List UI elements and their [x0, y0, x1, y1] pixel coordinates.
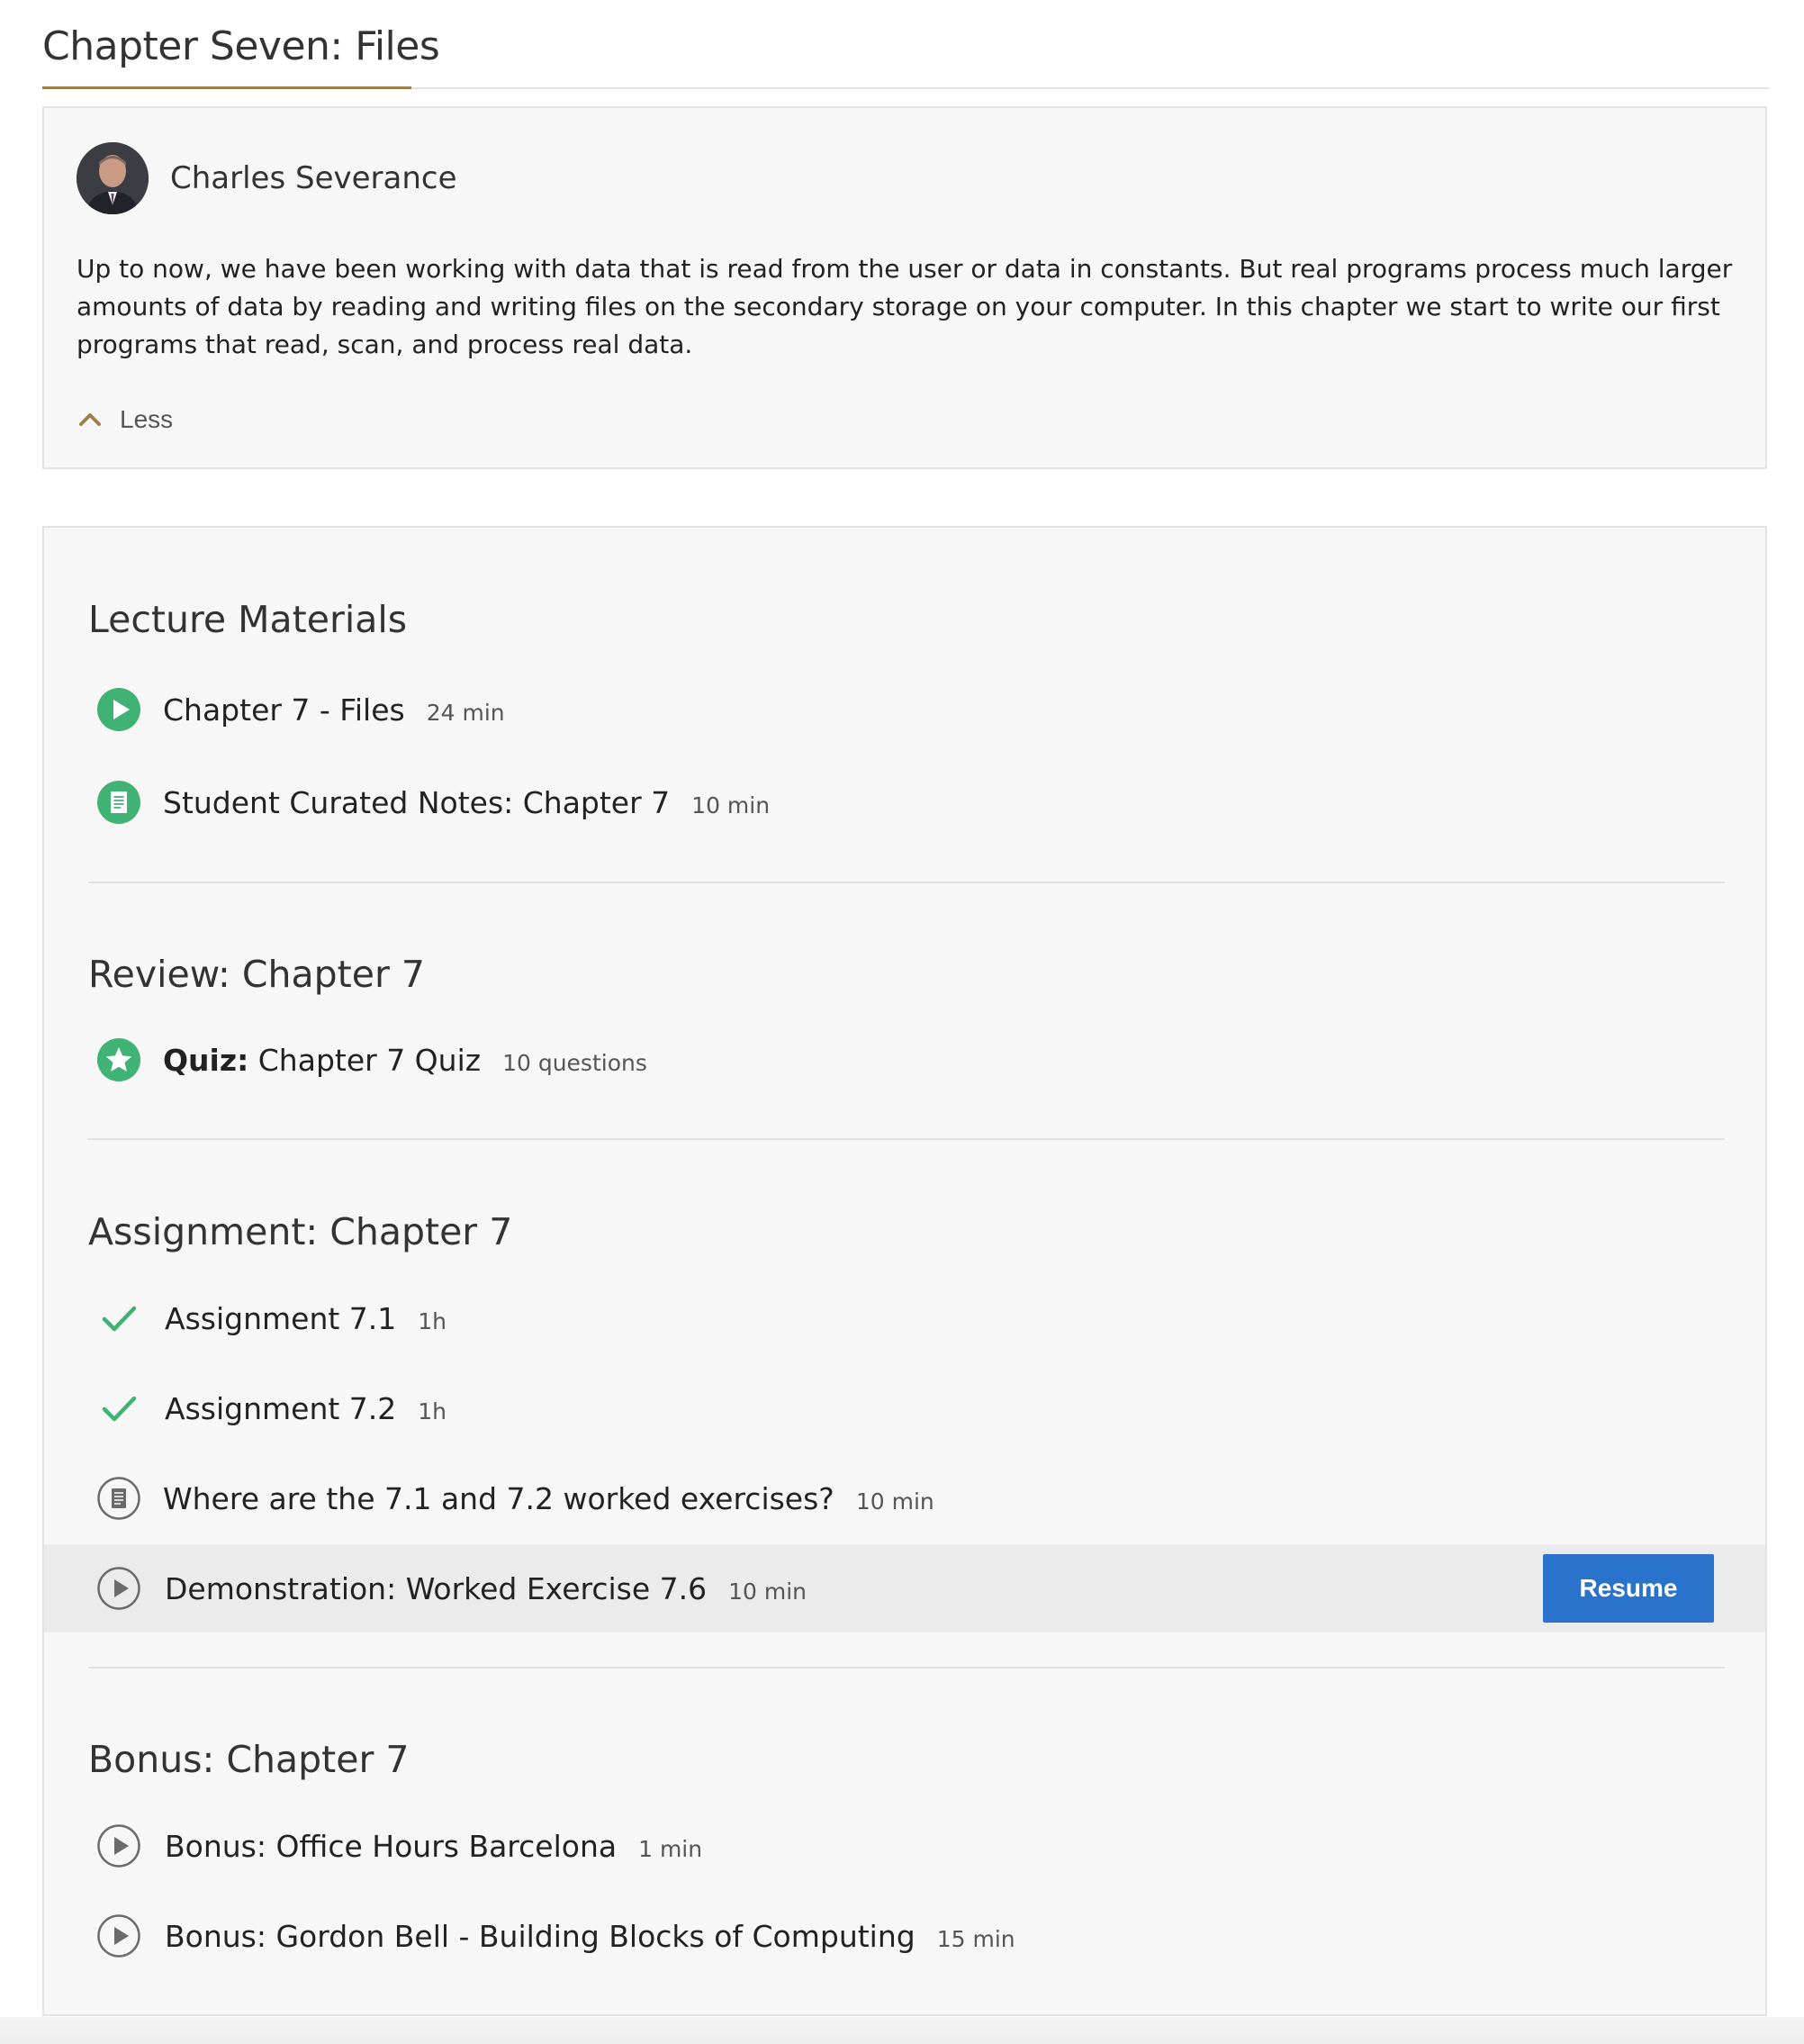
item-label: Chapter 7 - Files [163, 692, 405, 728]
item-label: Quiz: Chapter 7 Quiz [163, 1043, 481, 1078]
item-text: Where are the 7.1 and 7.2 worked exercis… [163, 1454, 934, 1542]
star-circle-filled-icon [96, 1037, 141, 1082]
reading-circle-filled-icon [96, 780, 141, 825]
item-duration: 10 min [855, 1488, 934, 1515]
title-underline [42, 86, 411, 89]
item-type-prefix: Quiz: [163, 1042, 249, 1078]
item-label: Assignment 7.1 [165, 1300, 397, 1336]
item-label: Bonus: Office Hours Barcelona [165, 1828, 618, 1864]
item-text: Bonus: Gordon Bell - Building Blocks of … [165, 1892, 1015, 1980]
item-duration: 15 min [936, 1925, 1015, 1952]
item-duration: 1h [418, 1307, 447, 1334]
item-text: Demonstration: Worked Exercise 7.6 10 mi… [165, 1544, 807, 1632]
item-text: Assignment 7.1 1h [165, 1274, 446, 1362]
item-duration: 1h [418, 1397, 447, 1424]
list-item-worked-exercises-reading[interactable]: Where are the 7.1 and 7.2 worked exercis… [44, 1454, 1765, 1542]
less-toggle-button[interactable]: Less [77, 402, 173, 438]
section-title-review: Review: Chapter 7 [88, 953, 425, 996]
page-title: Chapter Seven: Files [42, 23, 440, 69]
instructor-name[interactable]: Charles Severance [170, 160, 457, 196]
item-title: Chapter 7 Quiz [257, 1042, 482, 1078]
section-divider [88, 1667, 1725, 1669]
play-circle-filled-icon [96, 687, 141, 732]
item-label: Student Curated Notes: Chapter 7 [163, 784, 671, 820]
play-circle-outline-icon [96, 1823, 141, 1868]
intro-card: Charles Severance Up to now, we have bee… [42, 106, 1767, 469]
reading-circle-outline-icon [96, 1476, 141, 1521]
item-label: Assignment 7.2 [165, 1390, 397, 1426]
page-bottom-shade [0, 2017, 1804, 2044]
list-item-office-hours-barcelona[interactable]: Bonus: Office Hours Barcelona 1 min [44, 1802, 1765, 1890]
play-circle-outline-icon [96, 1566, 141, 1611]
item-question-count: 10 questions [502, 1049, 647, 1076]
week-page: Chapter Seven: Files Charles Severance U… [0, 0, 1804, 2044]
list-item-chapter-7-files[interactable]: Chapter 7 - Files 24 min [44, 665, 1765, 754]
item-text: Chapter 7 - Files 24 min [163, 665, 505, 754]
list-item-demonstration-worked-exercise[interactable]: Demonstration: Worked Exercise 7.6 10 mi… [44, 1544, 1765, 1632]
list-item-assignment-7-2[interactable]: Assignment 7.2 1h [44, 1364, 1765, 1452]
checkmark-icon [96, 1386, 141, 1431]
checkmark-icon [96, 1296, 141, 1341]
less-toggle-label: Less [120, 405, 174, 433]
materials-card: Lecture Materials Chapter 7 - Files 24 m… [42, 526, 1767, 2016]
item-text: Assignment 7.2 1h [165, 1364, 446, 1452]
section-title-lecture-materials: Lecture Materials [88, 598, 408, 641]
play-circle-outline-icon [96, 1913, 141, 1958]
item-text: Student Curated Notes: Chapter 7 10 min [163, 758, 770, 846]
item-text: Bonus: Office Hours Barcelona 1 min [165, 1802, 702, 1890]
item-duration: 10 min [691, 791, 771, 819]
item-label: Bonus: Gordon Bell - Building Blocks of … [165, 1918, 916, 1954]
chapter-description: Up to now, we have been working with dat… [77, 254, 1733, 359]
item-text: Quiz: Chapter 7 Quiz 10 questions [163, 1016, 647, 1104]
section-divider [88, 1138, 1725, 1140]
section-title-bonus: Bonus: Chapter 7 [88, 1738, 410, 1781]
item-duration: 1 min [638, 1835, 703, 1862]
item-label: Where are the 7.1 and 7.2 worked exercis… [163, 1480, 834, 1516]
page-header: Chapter Seven: Files [42, 18, 1769, 89]
section-divider [88, 882, 1725, 883]
chevron-up-icon [79, 413, 101, 426]
item-duration: 24 min [426, 699, 505, 726]
resume-button[interactable]: Resume [1543, 1554, 1714, 1623]
list-item-chapter-7-quiz[interactable]: Quiz: Chapter 7 Quiz 10 questions [44, 1016, 1765, 1104]
section-title-assignment: Assignment: Chapter 7 [88, 1210, 513, 1253]
item-label: Demonstration: Worked Exercise 7.6 [165, 1570, 708, 1606]
list-item-gordon-bell[interactable]: Bonus: Gordon Bell - Building Blocks of … [44, 1892, 1765, 1980]
avatar-portrait-icon [77, 142, 149, 214]
item-duration: 10 min [728, 1578, 807, 1605]
instructor-avatar [77, 142, 149, 214]
list-item-assignment-7-1[interactable]: Assignment 7.1 1h [44, 1274, 1765, 1362]
list-item-student-curated-notes[interactable]: Student Curated Notes: Chapter 7 10 min [44, 758, 1765, 846]
